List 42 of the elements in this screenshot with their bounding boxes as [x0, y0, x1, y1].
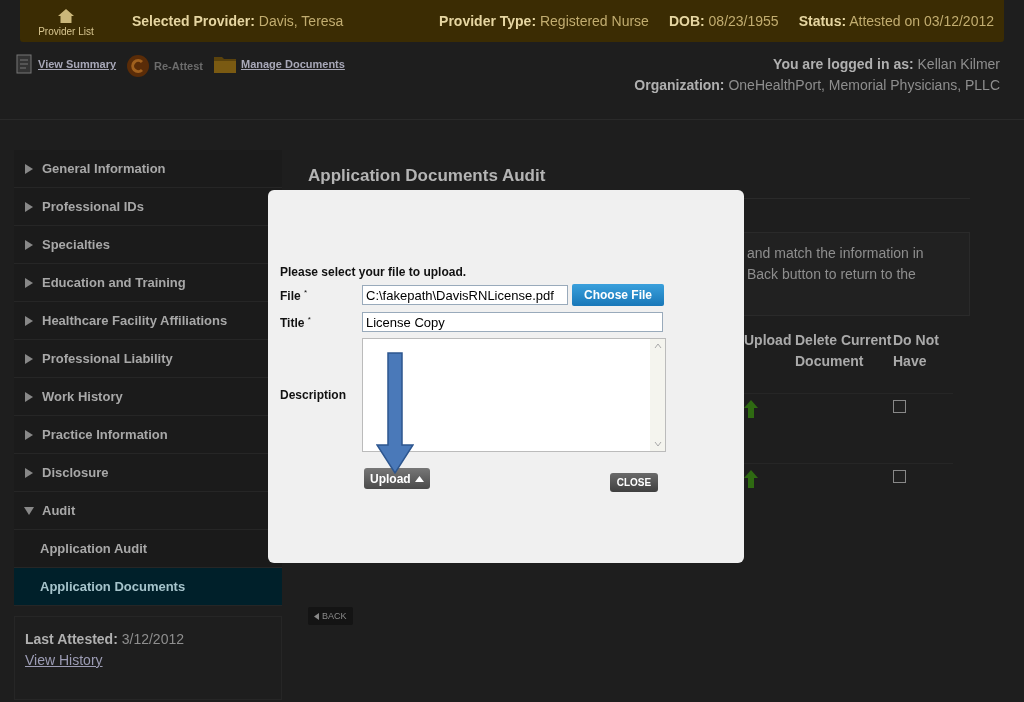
organization: Organization: OneHealthPort, Memorial Physicians, PLLC — [634, 76, 1000, 95]
refresh-icon — [126, 54, 151, 78]
upload-arrow-icon[interactable] — [744, 470, 758, 488]
back-button[interactable]: BACK — [308, 607, 353, 625]
column-header: Upload — [744, 331, 793, 350]
logged-in-user: You are logged in as: Kellan Kilmer — [772, 55, 1000, 74]
view-history-link[interactable]: View History — [25, 652, 103, 668]
home-icon — [58, 9, 74, 23]
field-label: File $^{*}$ — [280, 287, 309, 303]
column-header: Delete Current Document — [795, 331, 893, 371]
upload-button[interactable]: Upload — [364, 468, 430, 489]
upload-arrow-icon[interactable] — [744, 400, 758, 418]
caret-left-icon — [314, 612, 319, 620]
sidebar-item[interactable]: General Information — [14, 150, 282, 188]
field-label: Description — [280, 388, 347, 402]
checkbox[interactable] — [893, 400, 906, 413]
selected-provider: Selected Provider: Davis, Teresa — [132, 13, 344, 29]
dialog-prompt: Please select your file to upload. — [280, 265, 468, 279]
scrollbar[interactable] — [650, 339, 665, 451]
notice-text: Back button to return to the — [747, 265, 917, 284]
toolbar-link[interactable]: Manage Documents — [212, 54, 345, 74]
column-header: Do Not Have — [893, 331, 940, 371]
title-field[interactable]: License Copy — [362, 312, 663, 332]
sidebar-subitem[interactable]: Application Documents — [14, 568, 282, 606]
caret-up-icon — [414, 475, 424, 482]
provider-detail: Provider Type: Registered Nurse — [439, 13, 649, 29]
field-label: Title $^{*}$ — [280, 314, 312, 330]
checkbox[interactable] — [893, 470, 906, 483]
document-icon — [16, 54, 34, 74]
scroll-up-icon[interactable] — [652, 341, 663, 351]
folder-icon — [212, 54, 237, 74]
scroll-down-icon[interactable] — [652, 439, 663, 449]
last-attested: Last Attested: 3/12/2012 — [25, 630, 185, 649]
provider-detail: DOB: 08/23/1955 — [668, 13, 779, 29]
provider-list-link[interactable]: Provider List — [20, 5, 112, 37]
file-path-field[interactable]: C:\fakepath\DavisRNLicense.pdf — [362, 285, 568, 305]
description-field[interactable] — [362, 338, 666, 452]
toolbar-link[interactable]: View Summary — [16, 54, 117, 74]
notice-text: and match the information in — [747, 244, 925, 263]
close-button[interactable]: CLOSE — [609, 473, 659, 492]
choose-file-button[interactable]: Choose File — [572, 284, 664, 306]
provider-detail: Status: Attested on 03/12/2012 — [798, 13, 994, 29]
